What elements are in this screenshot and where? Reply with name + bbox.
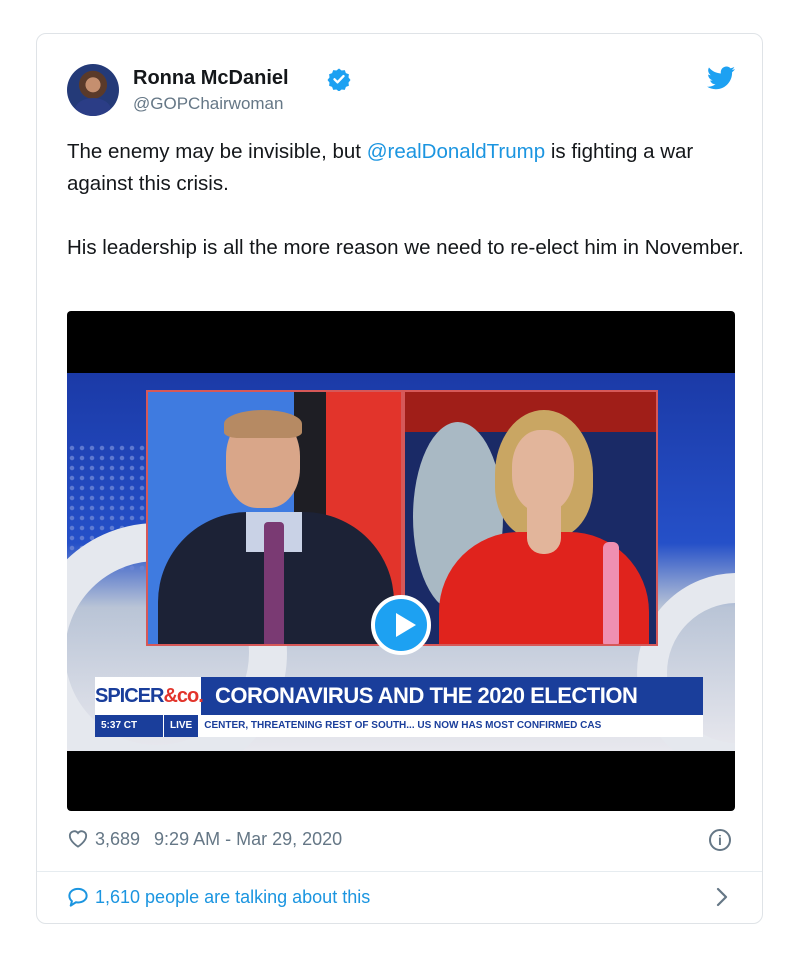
video-left-panel: [146, 390, 403, 646]
tweet-timestamp[interactable]: 9:29 AM - Mar 29, 2020: [154, 829, 342, 849]
tweet-text-segment: The enemy may be invisible, but: [67, 140, 367, 163]
divider: [37, 871, 762, 872]
ticker-crawl: CENTER, THREATENING REST OF SOUTH... US …: [204, 720, 602, 731]
tweet-text-paragraph-2: His leadership is all the more reason we…: [67, 236, 744, 259]
heart-icon[interactable]: [67, 828, 89, 848]
avatar[interactable]: [67, 64, 119, 116]
chevron-right-icon[interactable]: [715, 886, 729, 908]
mention-link[interactable]: @realDonaldTrump: [367, 140, 545, 163]
info-icon[interactable]: i: [709, 829, 731, 851]
verified-badge-icon: [327, 68, 351, 91]
conversation-link[interactable]: 1,610 people are talking about this: [67, 887, 370, 908]
video-right-panel: [403, 390, 658, 646]
video-player[interactable]: SPICER&co. CORONAVIRUS AND THE 2020 ELEC…: [67, 311, 735, 811]
author-handle[interactable]: @GOPChairwoman: [133, 94, 283, 114]
author-name[interactable]: Ronna McDaniel: [133, 67, 289, 90]
play-icon[interactable]: [371, 595, 431, 655]
tweet-meta: 3,689 9:29 AM - Mar 29, 2020: [67, 828, 342, 850]
show-logo-text: SPICER: [95, 685, 164, 707]
show-logo-amp: &co.: [163, 685, 203, 707]
tweet-card: Ronna McDaniel @GOPChairwoman The enemy …: [36, 33, 763, 924]
like-count[interactable]: 3,689: [95, 829, 140, 849]
video-lower-third: SPICER&co. CORONAVIRUS AND THE 2020 ELEC…: [95, 677, 703, 715]
video-headline: CORONAVIRUS AND THE 2020 ELECTION: [215, 683, 638, 708]
show-logo: SPICER&co.: [95, 677, 204, 715]
ticker-live-badge: LIVE: [163, 715, 199, 737]
ticker-time: 5:37 CT: [95, 715, 163, 737]
twitter-bird-icon[interactable]: [707, 66, 735, 90]
video-ticker: 5:37 CT LIVE CENTER, THREATENING REST OF S…: [95, 715, 703, 737]
speech-bubble-icon: [68, 887, 88, 907]
video-frame: SPICER&co. CORONAVIRUS AND THE 2020 ELEC…: [67, 373, 735, 751]
tweet-text-paragraph-1: The enemy may be invisible, but @realDon…: [67, 136, 747, 200]
conversation-text: 1,610 people are talking about this: [95, 887, 371, 907]
